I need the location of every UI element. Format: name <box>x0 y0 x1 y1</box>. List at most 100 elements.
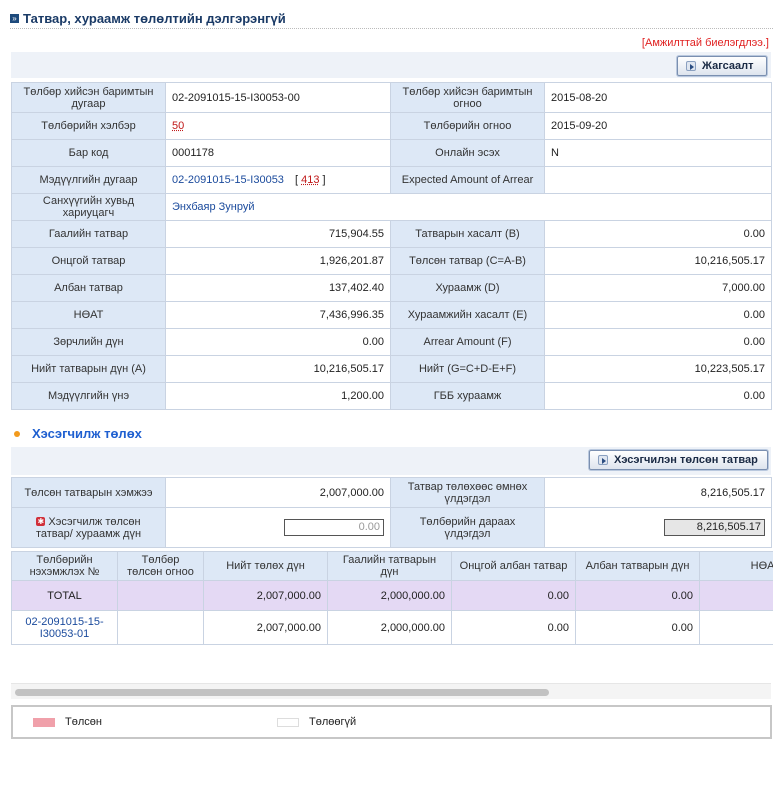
arrow-right-icon <box>686 61 696 71</box>
pay-type-link[interactable]: 50 <box>172 120 184 132</box>
balance-after-label: Төлбөрийн дараах үлдэгдэл <box>390 507 545 548</box>
fee-deduct-value: 0.00 <box>544 301 772 329</box>
invoice-link[interactable]: 02-2091015-15-I30053-01 <box>25 616 103 640</box>
decl-code-open: [ <box>295 174 299 186</box>
table-cell <box>117 610 204 645</box>
total-cell: TOTAL <box>11 580 118 611</box>
grand-total-label: Нийт (G=C+D-E+F) <box>390 355 545 383</box>
gbb-label: ГББ хураамж <box>390 382 545 410</box>
balance-before-value: 8,216,505.17 <box>544 477 772 508</box>
decl-no-label: Мэдүүлгийн дугаар <box>11 166 166 194</box>
balance-before-label: Татвар төлөхөөс өмнөх үлдэгдэл <box>390 477 545 508</box>
partial-amount-input[interactable]: 0.00 <box>284 519 384 536</box>
doc-date-value: 2015-08-20 <box>544 82 772 113</box>
barcode-value: 0001178 <box>165 139 391 167</box>
payments-table: Төлбөрийн нэхэмжлэх № Төлбөр төлсөн огно… <box>11 551 773 645</box>
total-cell: 2,000,000.00 <box>327 580 452 611</box>
legend-unpaid: Төлөөгүй <box>277 716 356 728</box>
decl-code-close: ] <box>322 174 326 186</box>
table-cell <box>699 610 773 645</box>
total-cell <box>699 580 773 611</box>
total-cell: 0.00 <box>575 580 700 611</box>
expected-label: Expected Amount of Arrear <box>390 166 545 194</box>
total-cell: 2,007,000.00 <box>203 580 328 611</box>
decl-no-link[interactable]: 02-2091015-15-I30053 <box>172 174 284 186</box>
paid-tax-label: Төлсөн татвар (C=A-B) <box>390 247 545 275</box>
decl-price-value: 1,200.00 <box>165 382 391 410</box>
fee-value: 7,000.00 <box>544 274 772 302</box>
legend-paid-label: Төлсөн <box>65 716 102 728</box>
officer-link[interactable]: Энхбаяр Зунруй <box>172 201 255 213</box>
table-cell: 0.00 <box>575 610 700 645</box>
col-official-amount[interactable]: Албан татварын дүн <box>575 551 700 581</box>
barcode-label: Бар код <box>11 139 166 167</box>
fee-deduct-label: Хураамжийн хасалт (E) <box>390 301 545 329</box>
total-cell <box>117 580 204 611</box>
arrear-value: 0.00 <box>544 328 772 356</box>
paid-tax-value: 10,216,505.17 <box>544 247 772 275</box>
excise-label: Онцгой татвар <box>11 247 166 275</box>
col-excise-amount[interactable]: Онцгой албан татвар <box>451 551 576 581</box>
partial-label: Хэсэгчилж төлсөн татвар/ хураамж дүн <box>35 515 142 540</box>
online-label: Онлайн эсэх <box>390 139 545 167</box>
decl-code-link[interactable]: 413 <box>301 174 319 186</box>
deduct-label: Татварын хасалт (B) <box>390 220 545 248</box>
toolbar-panel <box>11 52 771 78</box>
col-vat[interactable]: НӨАТ <box>699 551 773 581</box>
total-cell: 0.00 <box>451 580 576 611</box>
online-value: N <box>544 139 772 167</box>
doc-date-label: Төлбөр хийсэн баримтын огноо <box>390 82 545 113</box>
official-label: Албан татвар <box>11 274 166 302</box>
expected-value <box>544 166 772 194</box>
deduct-value: 0.00 <box>544 220 772 248</box>
excise-value: 1,926,201.87 <box>165 247 391 275</box>
list-button-label: Жагсаалт <box>702 60 754 72</box>
official-value: 137,402.40 <box>165 274 391 302</box>
table-cell: 0.00 <box>451 610 576 645</box>
balance-after-field: 8,216,505.17 <box>664 519 765 536</box>
officer-label: Санхүүгийн хувьд хариуцагч <box>11 193 166 221</box>
payments-table-viewport: Төлбөрийн нэхэмжлэх № Төлбөр төлсөн огно… <box>11 551 773 648</box>
table-cell: 2,000,000.00 <box>327 610 452 645</box>
customs-label: Гаалийн татвар <box>11 220 166 248</box>
paid-amount-value: 2,007,000.00 <box>165 477 391 508</box>
collapse-icon[interactable]: » <box>10 14 19 23</box>
violation-value: 0.00 <box>165 328 391 356</box>
legend: Төлсөн Төлөөгүй <box>11 705 772 739</box>
total-tax-label: Нийт татварын дүн (A) <box>11 355 166 383</box>
details-table: Төлбөр хийсэн баримтын дугаар 02-2091015… <box>11 82 772 410</box>
pay-date-label: Төлбөрийн огноо <box>390 112 545 140</box>
col-invoice-no[interactable]: Төлбөрийн нэхэмжлэх № <box>11 551 118 581</box>
installment-paid-button[interactable]: Хэсэгчилэн төлсөн татвар <box>589 450 768 470</box>
page-header: » Татвар, хураамж төлөлтийн дэлгэрэнгүй <box>10 9 773 29</box>
installment-button-label: Хэсэгчилэн төлсөн татвар <box>614 454 758 466</box>
decl-price-label: Мэдүүлгийн үнэ <box>11 382 166 410</box>
gbb-value: 0.00 <box>544 382 772 410</box>
arrear-label: Arrear Amount (F) <box>390 328 545 356</box>
fee-label: Хураамж (D) <box>390 274 545 302</box>
customs-value: 715,904.55 <box>165 220 391 248</box>
scrollbar-thumb[interactable] <box>15 689 549 696</box>
page-title: Татвар, хураамж төлөлтийн дэлгэрэнгүй <box>23 11 286 26</box>
unpaid-swatch <box>277 717 299 727</box>
vat-label: НӨАТ <box>11 301 166 329</box>
horizontal-scrollbar[interactable] <box>11 683 771 699</box>
vat-value: 7,436,996.35 <box>165 301 391 329</box>
pay-type-label: Төлбөрийн хэлбэр <box>11 112 166 140</box>
table-cell: 2,007,000.00 <box>203 610 328 645</box>
col-paid-date[interactable]: Төлбөр төлсөн огноо <box>117 551 204 581</box>
legend-paid: Төлсөн <box>33 716 102 728</box>
list-button[interactable]: Жагсаалт <box>677 56 767 76</box>
paid-swatch <box>33 717 55 727</box>
grand-total-value: 10,223,505.17 <box>544 355 772 383</box>
col-customs-amount[interactable]: Гаалийн татварын дүн <box>327 551 452 581</box>
doc-no-label: Төлбөр хийсэн баримтын дугаар <box>11 82 166 113</box>
required-icon: ✱ <box>36 517 46 527</box>
violation-label: Зөрчлийн дүн <box>11 328 166 356</box>
col-total-amount[interactable]: Нийт төлөх дүн <box>203 551 328 581</box>
arrow-right-icon <box>598 455 608 465</box>
pay-date-value: 2015-09-20 <box>544 112 772 140</box>
installment-section-title: Хэсэгчилж төлөх <box>14 426 142 441</box>
table-row: 02-2091015-15-I30053-01 2,007,000.00 2,0… <box>11 610 773 645</box>
total-row: TOTAL 2,007,000.00 2,000,000.00 0.00 0.0… <box>11 580 773 611</box>
